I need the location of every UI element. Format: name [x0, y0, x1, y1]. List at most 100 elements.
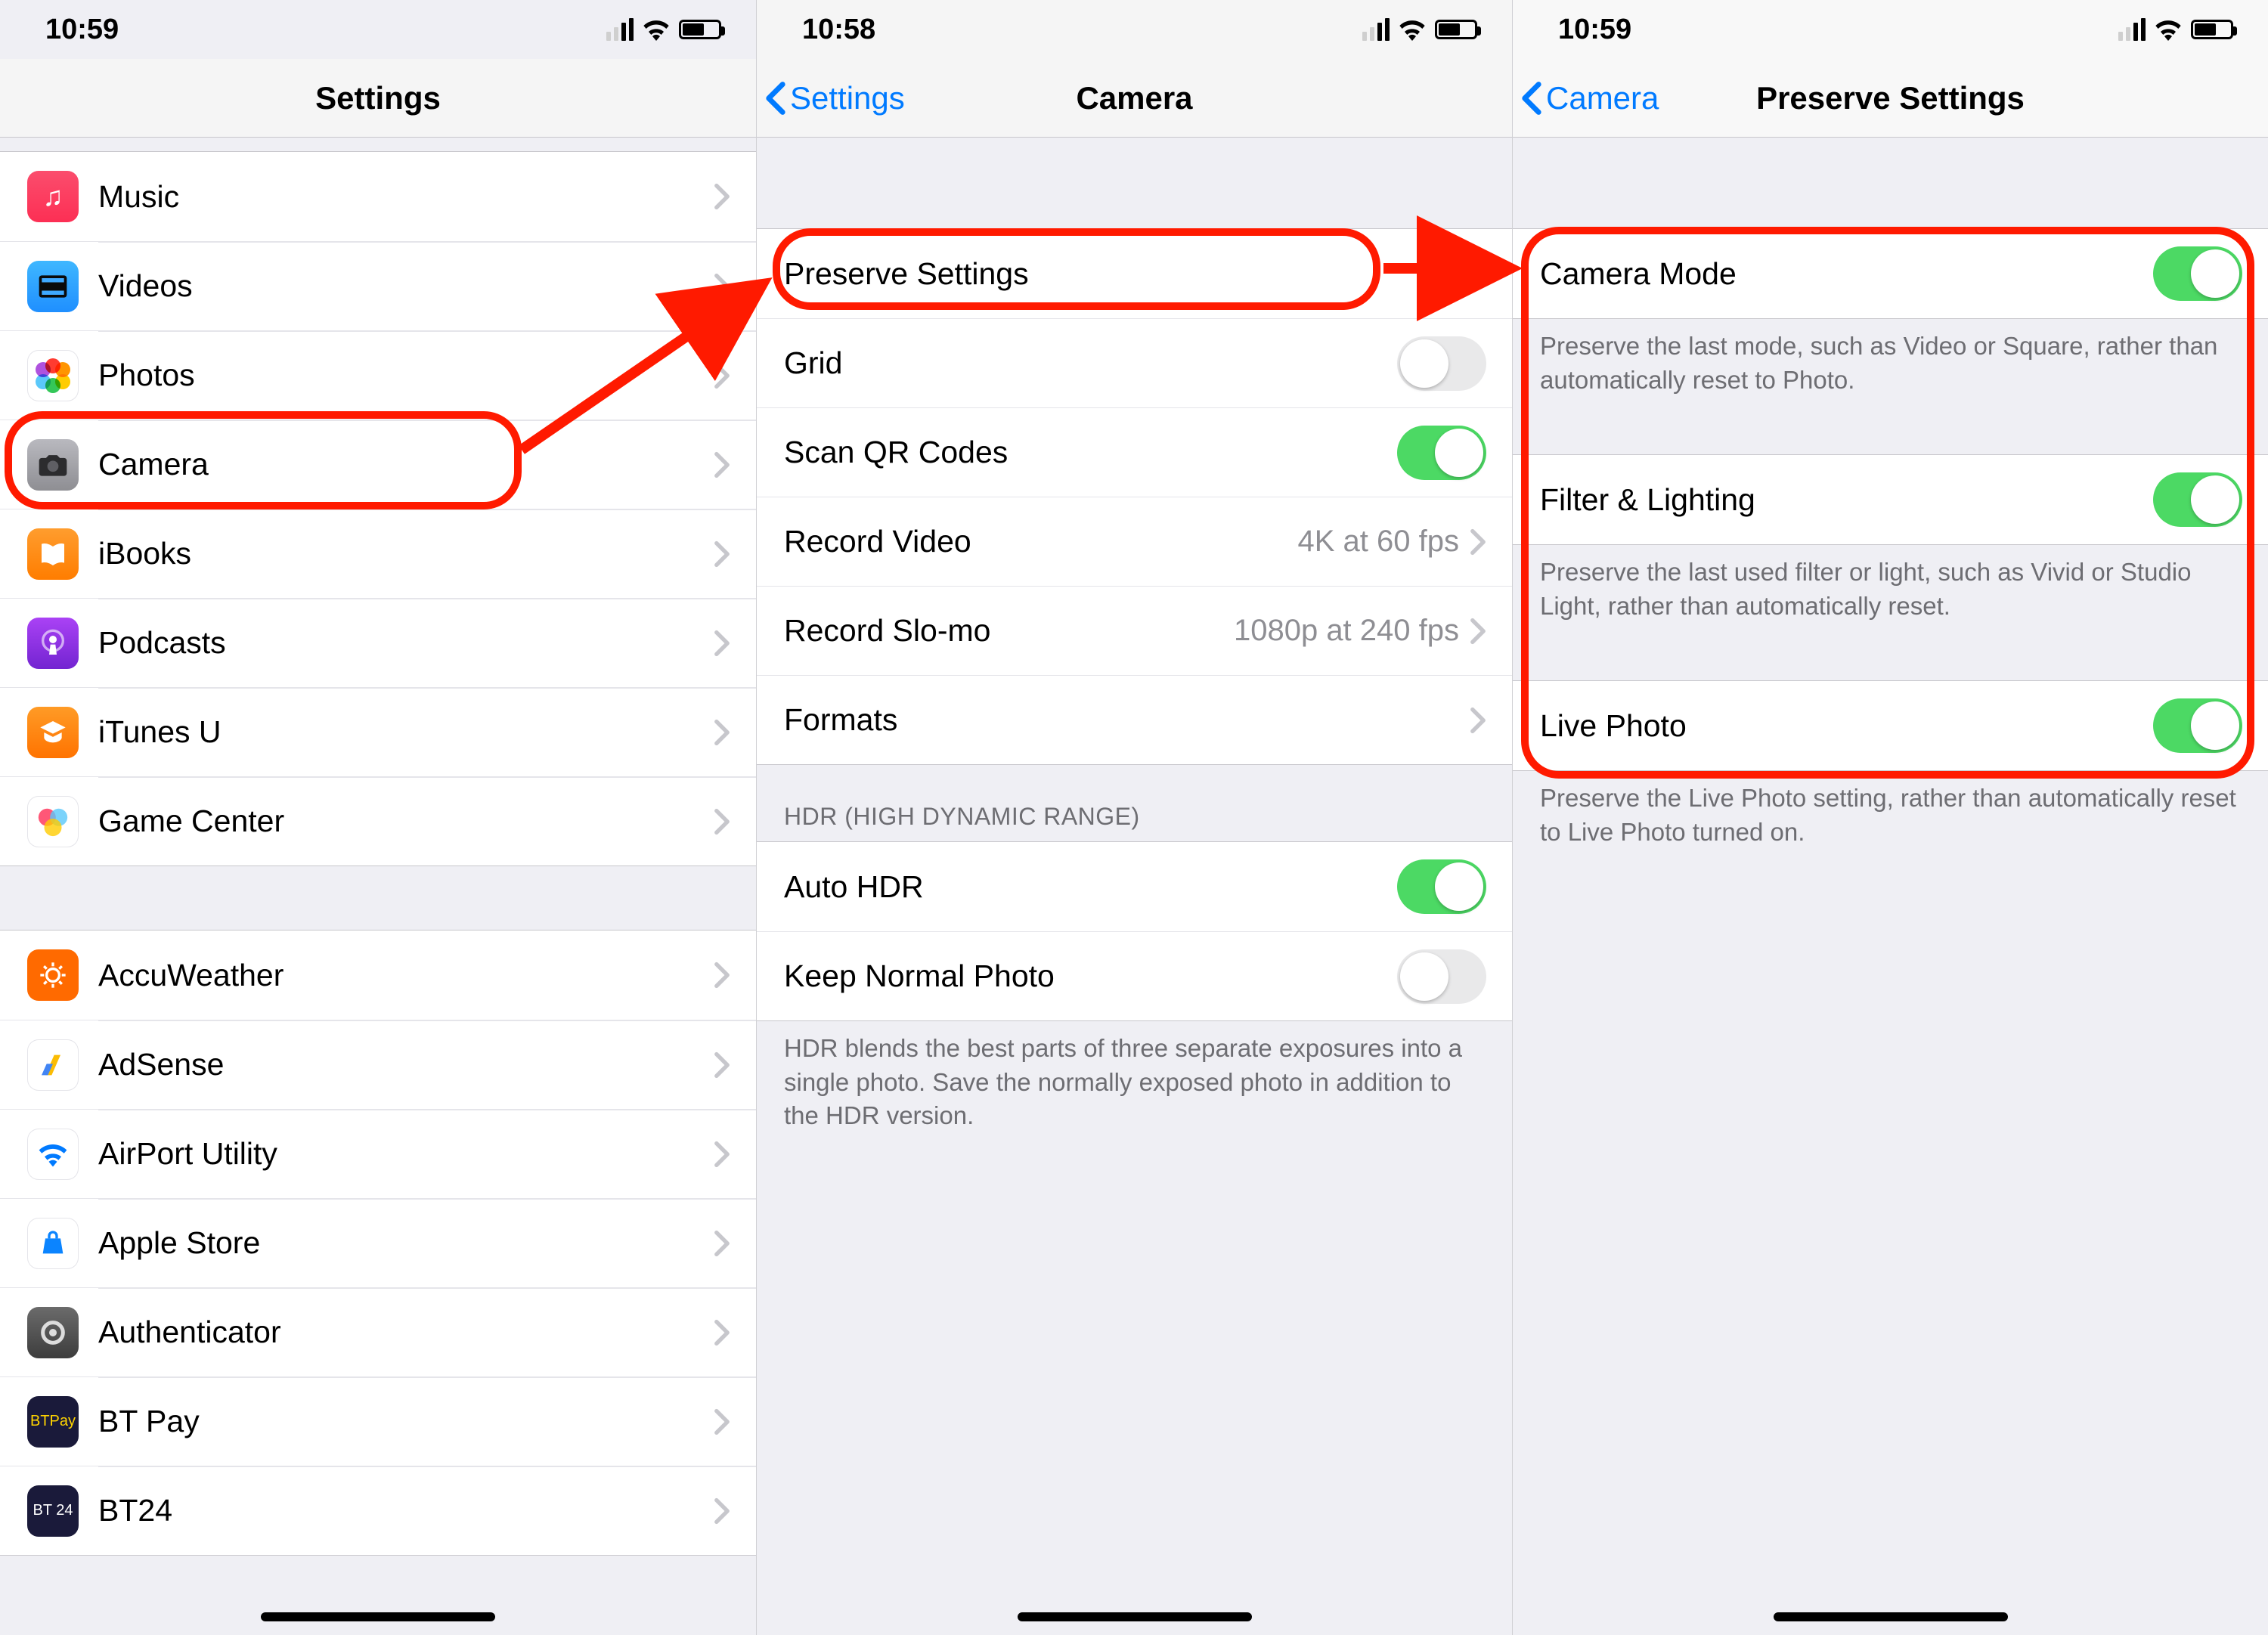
nav-bar: Settings Camera: [757, 59, 1512, 138]
chevron-right-icon: [714, 362, 730, 389]
back-button[interactable]: Settings: [764, 59, 905, 137]
record-slomo-value: 1080p at 240 fps: [1234, 614, 1459, 648]
cellular-icon: [1362, 18, 1390, 41]
chevron-right-icon: [714, 630, 730, 657]
page-title: Settings: [315, 80, 441, 116]
chevron-right-icon: [714, 183, 730, 210]
row-formats[interactable]: Formats: [757, 675, 1512, 764]
chevron-right-icon: [714, 451, 730, 478]
chevron-right-icon: [714, 540, 730, 568]
row-record-video[interactable]: Record Video 4K at 60 fps: [757, 497, 1512, 586]
record-video-value: 4K at 60 fps: [1298, 525, 1459, 559]
status-bar: 10:59: [1513, 0, 2268, 59]
settings-row-camera[interactable]: Camera: [0, 420, 756, 509]
settings-row-bt24[interactable]: BT 24 BT24: [0, 1466, 756, 1555]
settings-group-apple-apps: ♫ Music Videos Photos Camera: [0, 151, 756, 866]
settings-row-photos[interactable]: Photos: [0, 330, 756, 420]
preserve-settings-screen: 10:59 Camera Preserve Settings Camera Mo…: [1512, 0, 2268, 1635]
chevron-right-icon: [714, 719, 730, 746]
filter-footer: Preserve the last used filter or light, …: [1513, 545, 2268, 646]
wifi-icon: [2153, 18, 2183, 41]
settings-row-itunesu[interactable]: iTunes U: [0, 687, 756, 776]
settings-row-accuweather[interactable]: AccuWeather: [0, 931, 756, 1020]
hdr-section-header: HDR (HIGH DYNAMIC RANGE): [757, 765, 1512, 841]
status-time: 10:59: [45, 14, 119, 46]
chevron-right-icon: [714, 1319, 730, 1346]
preserve-group-mode: Camera Mode: [1513, 228, 2268, 319]
chevron-right-icon: [1470, 618, 1486, 645]
toggle-auto-hdr[interactable]: [1397, 859, 1486, 914]
chevron-right-icon: [714, 1141, 730, 1168]
home-indicator[interactable]: [1018, 1612, 1252, 1621]
row-preserve-settings[interactable]: Preserve Settings: [757, 229, 1512, 318]
home-indicator[interactable]: [1774, 1612, 2008, 1621]
status-icons: [2118, 18, 2233, 41]
settings-row-authenticator[interactable]: Authenticator: [0, 1287, 756, 1376]
toggle-live-photo[interactable]: [2153, 698, 2242, 753]
cellular-icon: [2118, 18, 2146, 41]
wifi-icon: [641, 18, 671, 41]
row-record-slomo[interactable]: Record Slo-mo 1080p at 240 fps: [757, 586, 1512, 675]
status-icons: [606, 18, 721, 41]
row-filter-lighting[interactable]: Filter & Lighting: [1513, 455, 2268, 544]
settings-row-podcasts[interactable]: Podcasts: [0, 598, 756, 687]
row-scan-qr[interactable]: Scan QR Codes: [757, 407, 1512, 497]
chevron-right-icon: [714, 1497, 730, 1525]
cellular-icon: [606, 18, 634, 41]
accuweather-icon: [27, 949, 79, 1001]
row-live-photo[interactable]: Live Photo: [1513, 681, 2268, 770]
gamecenter-icon: [27, 796, 79, 847]
airport-icon: [27, 1129, 79, 1180]
row-grid[interactable]: Grid: [757, 318, 1512, 407]
hdr-footer: HDR blends the best parts of three separ…: [757, 1021, 1512, 1156]
toggle-scan-qr[interactable]: [1397, 426, 1486, 480]
settings-row-adsense[interactable]: AdSense: [0, 1020, 756, 1109]
toggle-filter-lighting[interactable]: [2153, 472, 2242, 527]
authenticator-icon: [27, 1307, 79, 1358]
settings-row-applestore[interactable]: Apple Store: [0, 1198, 756, 1287]
camera-settings-group: Preserve Settings Grid Scan QR Codes Rec…: [757, 228, 1512, 765]
home-indicator[interactable]: [261, 1612, 495, 1621]
nav-bar: Camera Preserve Settings: [1513, 59, 2268, 138]
settings-row-ibooks[interactable]: iBooks: [0, 509, 756, 598]
chevron-right-icon: [714, 273, 730, 300]
chevron-right-icon: [1470, 528, 1486, 556]
row-keep-normal[interactable]: Keep Normal Photo: [757, 931, 1512, 1020]
videos-icon: [27, 261, 79, 312]
settings-row-btpay[interactable]: BTPay BT Pay: [0, 1376, 756, 1466]
row-auto-hdr[interactable]: Auto HDR: [757, 842, 1512, 931]
chevron-right-icon: [714, 1051, 730, 1079]
podcasts-icon: [27, 618, 79, 669]
chevron-right-icon: [714, 1408, 730, 1435]
chevron-right-icon: [714, 808, 730, 835]
settings-row-music[interactable]: ♫ Music: [0, 152, 756, 241]
status-bar: 10:59: [0, 0, 756, 59]
toggle-keep-normal[interactable]: [1397, 949, 1486, 1004]
toggle-grid[interactable]: [1397, 336, 1486, 391]
chevron-right-icon: [714, 961, 730, 989]
battery-icon: [2191, 20, 2233, 39]
status-time: 10:59: [1558, 14, 1631, 46]
ibooks-icon: [27, 528, 79, 580]
chevron-right-icon: [1470, 260, 1486, 287]
nav-bar: Settings: [0, 59, 756, 138]
status-bar: 10:58: [757, 0, 1512, 59]
settings-screen: 10:59 Settings ♫ Music Videos: [0, 0, 756, 1635]
settings-row-gamecenter[interactable]: Game Center: [0, 776, 756, 865]
page-title: Preserve Settings: [1756, 80, 2025, 116]
camera-icon: [27, 439, 79, 491]
row-camera-mode[interactable]: Camera Mode: [1513, 229, 2268, 318]
music-icon: ♫: [27, 171, 79, 222]
chevron-right-icon: [714, 1230, 730, 1257]
hdr-group: Auto HDR Keep Normal Photo: [757, 841, 1512, 1021]
settings-row-videos[interactable]: Videos: [0, 241, 756, 330]
applestore-icon: [27, 1218, 79, 1269]
bt24-icon: BT 24: [27, 1485, 79, 1537]
btpay-icon: BTPay: [27, 1396, 79, 1448]
toggle-camera-mode[interactable]: [2153, 246, 2242, 301]
preserve-group-live: Live Photo: [1513, 680, 2268, 771]
settings-row-airport[interactable]: AirPort Utility: [0, 1109, 756, 1198]
camera-settings-screen: 10:58 Settings Camera Preserve Settings …: [756, 0, 1512, 1635]
adsense-icon: [27, 1039, 79, 1091]
back-button[interactable]: Camera: [1520, 59, 1659, 137]
